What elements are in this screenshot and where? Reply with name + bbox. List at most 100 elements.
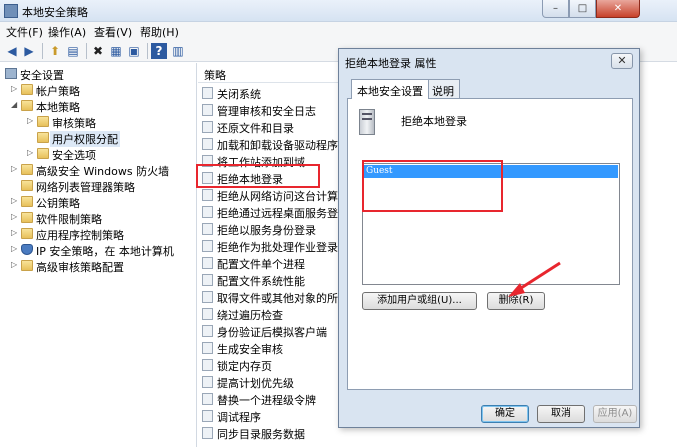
policy-label: 拒绝以服务身份登录	[217, 224, 316, 237]
dialog-body: 本地安全设置 说明 拒绝本地登录 Guest 添加用户或组(U)... 删除(R…	[347, 79, 633, 390]
policy-label: 还原文件和目录	[217, 122, 294, 135]
folder-open-icon	[21, 100, 33, 111]
policy-label: 锁定内存页	[217, 360, 272, 373]
folder-icon	[21, 180, 33, 191]
policy-icon	[202, 359, 213, 371]
policy-icon	[202, 257, 213, 269]
minimize-button[interactable]: –	[542, 0, 569, 18]
policy-column-header[interactable]: 策略	[198, 63, 348, 83]
policy-label: 拒绝通过远程桌面服务登录	[217, 207, 348, 220]
window-title: 本地安全策略	[22, 6, 88, 19]
maximize-button[interactable]: □	[569, 0, 596, 18]
panel-policy-name: 拒绝本地登录	[401, 115, 467, 128]
policy-icon	[202, 325, 213, 337]
toolbar-separator	[147, 43, 148, 59]
collapse-icon[interactable]: ◢	[11, 100, 19, 109]
policy-label: 取得文件或其他对象的所有权	[217, 292, 348, 305]
policy-icon	[202, 274, 213, 286]
policy-list-pane: 策略 关闭系统 管理审核和安全日志 还原文件和目录 加载和卸载设备驱动程序 将工作站添加…	[198, 63, 348, 447]
folder-icon	[21, 164, 33, 175]
up-folder-icon[interactable]: ⬆	[47, 43, 63, 59]
close-window-button[interactable]: ✕	[596, 0, 640, 18]
navigation-tree: 安全设置 ▷ 帐户策略 ◢ 本地策略 ▷ 审核策略 用户权限分配 ▷ 安全选项 …	[0, 63, 197, 447]
policy-icon	[202, 393, 213, 405]
policy-icon	[202, 206, 213, 218]
show-hide-tree-icon[interactable]: ▤	[65, 43, 81, 59]
policy-label: 绕过遍历检查	[217, 309, 283, 322]
policy-label: 关闭系统	[217, 88, 261, 101]
delete-icon[interactable]: ✖	[90, 43, 106, 59]
annotation-highlight-box	[196, 164, 320, 188]
expand-icon[interactable]: ▷	[11, 228, 19, 237]
policy-icon	[202, 376, 213, 388]
policy-icon	[202, 223, 213, 235]
back-arrow-icon[interactable]: ◀	[4, 43, 20, 59]
title-bar: 本地安全策略 – □ ✕	[0, 0, 677, 22]
menu-help[interactable]: 帮助(H)	[140, 24, 179, 40]
properties-icon[interactable]: ▦	[108, 43, 124, 59]
forward-arrow-icon[interactable]: ▶	[21, 43, 37, 59]
menu-bar: 文件(F) 操作(A) 查看(V) 帮助(H)	[0, 22, 677, 40]
export-list-icon[interactable]: ▣	[126, 43, 142, 59]
cancel-button[interactable]: 取消	[537, 405, 585, 423]
policy-icon	[202, 342, 213, 354]
tab-explain[interactable]: 说明	[426, 79, 460, 98]
policy-icon	[202, 291, 213, 303]
folder-icon	[21, 212, 33, 223]
ok-button[interactable]: 确定	[481, 405, 529, 423]
add-user-or-group-button[interactable]: 添加用户或组(U)...	[362, 292, 477, 310]
policy-label: 拒绝作为批处理作业登录	[217, 241, 338, 254]
policy-label: 替换一个进程级令牌	[217, 394, 316, 407]
dialog-title: 拒绝本地登录 属性	[345, 57, 437, 70]
folder-open-icon	[37, 132, 49, 143]
folder-icon	[21, 260, 33, 271]
tab-local-security-setting[interactable]: 本地安全设置	[351, 79, 429, 99]
annotation-guest-box	[362, 160, 503, 212]
expand-icon[interactable]: ▷	[11, 260, 19, 269]
policy-label: 拒绝从网络访问这台计算机	[217, 190, 348, 203]
remove-button[interactable]: 删除(R)	[487, 292, 545, 310]
expand-icon[interactable]: ▷	[27, 116, 35, 125]
policy-icon	[202, 427, 213, 439]
menu-view[interactable]: 查看(V)	[94, 24, 132, 40]
expand-icon[interactable]: ▷	[11, 244, 19, 253]
properties-dialog: 拒绝本地登录 属性 ✕ 本地安全设置 说明 拒绝本地登录 Guest 添加用户或…	[338, 48, 640, 428]
policy-icon	[202, 138, 213, 150]
security-settings-icon	[5, 68, 17, 79]
folder-icon	[37, 116, 49, 127]
policy-label: 管理审核和安全日志	[217, 105, 316, 118]
view-icon[interactable]: ▥	[170, 43, 186, 59]
policy-label: 同步目录服务数据	[217, 428, 305, 441]
policy-icon	[202, 189, 213, 201]
policy-label: 调试程序	[217, 411, 261, 424]
policy-icon	[202, 410, 213, 422]
menu-action[interactable]: 操作(A)	[48, 24, 86, 40]
tab-panel-local-security-setting: 拒绝本地登录 Guest 添加用户或组(U)... 删除(R)	[347, 98, 633, 390]
policy-icon	[202, 240, 213, 252]
policy-label: 生成安全审核	[217, 343, 283, 356]
help-icon[interactable]: ?	[151, 43, 167, 59]
policy-icon	[202, 104, 213, 116]
apply-button[interactable]: 应用(A)	[593, 405, 637, 423]
server-icon	[359, 109, 375, 135]
app-icon	[4, 4, 18, 18]
policy-label: 配置文件单个进程	[217, 258, 305, 271]
folder-icon	[21, 228, 33, 239]
toolbar-separator	[42, 43, 43, 59]
expand-icon[interactable]: ▷	[27, 148, 35, 157]
folder-icon	[21, 84, 33, 95]
toolbar-separator	[86, 43, 87, 59]
policy-label: 提高计划优先级	[217, 377, 294, 390]
expand-icon[interactable]: ▷	[11, 212, 19, 221]
expand-icon[interactable]: ▷	[11, 196, 19, 205]
menu-file[interactable]: 文件(F)	[6, 24, 43, 40]
policy-label: 配置文件系统性能	[217, 275, 305, 288]
expand-icon[interactable]: ▷	[11, 164, 19, 173]
policy-icon	[202, 87, 213, 99]
expand-icon[interactable]: ▷	[11, 84, 19, 93]
ipsec-shield-icon	[21, 244, 33, 255]
folder-icon	[37, 148, 49, 159]
dialog-close-button[interactable]: ✕	[611, 53, 633, 69]
folder-icon	[21, 196, 33, 207]
policy-label: 加载和卸载设备驱动程序	[217, 139, 338, 152]
